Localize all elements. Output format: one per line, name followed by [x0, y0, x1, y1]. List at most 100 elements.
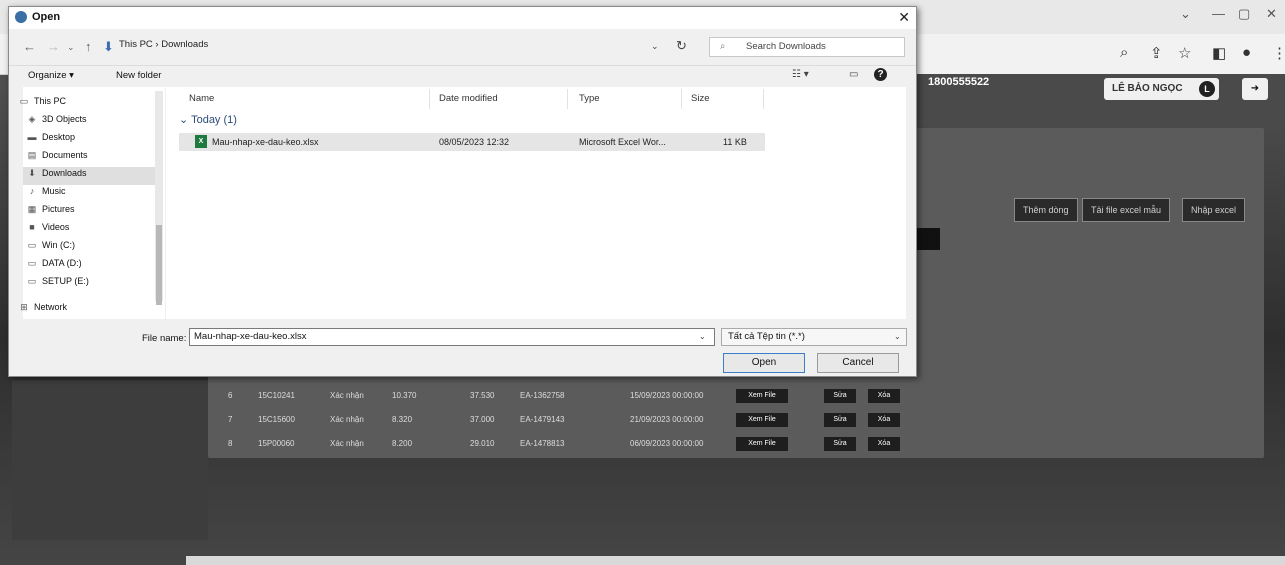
- column-divider[interactable]: [763, 89, 764, 109]
- search-icon: ⌕: [720, 41, 726, 52]
- dialog-title: Open: [32, 11, 61, 23]
- table-row: 6 15C10241 Xác nhận 10.370 37.530 EA-136…: [212, 386, 912, 406]
- nav-label: Downloads: [42, 168, 87, 178]
- file-type-select[interactable]: Tất cả Tệp tin (*.*): [721, 328, 907, 346]
- network-icon: ⊞: [20, 302, 28, 312]
- group-label: Today (1): [191, 114, 237, 126]
- star-icon[interactable]: ☆: [1178, 44, 1191, 62]
- column-header-type[interactable]: Type: [579, 93, 600, 104]
- close-icon[interactable]: ✕: [1266, 6, 1277, 22]
- table-row: 7 15C15600 Xác nhận 8.320 37.000 EA-1479…: [212, 410, 912, 430]
- nav-item-network[interactable]: ⊞ Network: [17, 302, 67, 313]
- edit-button[interactable]: Sửa: [824, 437, 856, 451]
- nav-item-music[interactable]: ♪ Music: [25, 186, 66, 196]
- row-status: Xác nhận: [330, 391, 364, 400]
- open-button[interactable]: Open: [723, 353, 805, 373]
- view-file-button[interactable]: Xem File: [736, 437, 788, 451]
- delete-button[interactable]: Xóa: [868, 437, 900, 451]
- desktop-icon: ▬: [27, 132, 37, 142]
- open-file-dialog: Open ✕ ← → ⌄ ↑ ⬇ This PC › Downloads ⌄ ↻…: [8, 6, 917, 377]
- delete-button[interactable]: Xóa: [868, 389, 900, 403]
- breadcrumb[interactable]: This PC › Downloads: [119, 39, 208, 50]
- forward-arrow-icon[interactable]: →: [47, 39, 60, 54]
- nav-item-this-pc[interactable]: ▭ This PC: [17, 96, 66, 107]
- file-name: Mau-nhap-xe-dau-keo.xlsx: [212, 137, 319, 147]
- dialog-title-bar[interactable]: Open ✕: [9, 7, 916, 29]
- nav-label: Pictures: [42, 204, 75, 214]
- file-list: [166, 87, 906, 319]
- nav-item-setup-e[interactable]: ▭ SETUP (E:): [25, 276, 89, 287]
- chevron-down-icon[interactable]: ⌄: [1180, 6, 1191, 22]
- nav-item-pictures[interactable]: ▦ Pictures: [25, 204, 75, 215]
- edit-button[interactable]: Sửa: [824, 389, 856, 403]
- download-folder-icon: ⬇: [103, 39, 114, 54]
- dialog-toolbar: Organize ▾ New folder ☷ ▾ ▭ ?: [9, 65, 916, 86]
- row-value: 10.370: [392, 391, 417, 400]
- minimize-icon[interactable]: —: [1212, 6, 1225, 21]
- row-status: Xác nhận: [330, 415, 364, 424]
- document-icon: ▤: [27, 150, 37, 160]
- nav-item-win-c[interactable]: ▭ Win (C:): [25, 240, 75, 251]
- drive-icon: ▭: [27, 258, 37, 268]
- help-icon[interactable]: ?: [874, 68, 887, 81]
- nav-item-downloads[interactable]: ⬇ Downloads: [25, 168, 87, 179]
- column-divider[interactable]: [681, 89, 682, 109]
- file-name-input[interactable]: Mau-nhap-xe-dau-keo.xlsx: [189, 328, 715, 346]
- restore-icon[interactable]: ▢: [1238, 6, 1250, 22]
- close-icon[interactable]: ✕: [898, 9, 910, 26]
- row-code: EA-1478813: [520, 439, 565, 448]
- refresh-icon[interactable]: ↻: [676, 38, 687, 54]
- group-header[interactable]: ⌄ Today (1): [179, 113, 237, 126]
- recent-locations-icon[interactable]: ⌄: [67, 42, 75, 53]
- organize-menu[interactable]: Organize ▾: [28, 70, 74, 81]
- column-header-date[interactable]: Date modified: [439, 93, 498, 104]
- column-header-size[interactable]: Size: [691, 93, 709, 104]
- zoom-icon[interactable]: ⌕: [1120, 44, 1128, 61]
- nav-item-videos[interactable]: ■ Videos: [25, 222, 69, 232]
- sidepanel-icon[interactable]: ◧: [1212, 44, 1226, 62]
- new-folder-button[interactable]: New folder: [116, 70, 161, 81]
- nav-item-data-d[interactable]: ▭ DATA (D:): [25, 258, 82, 269]
- column-header-name[interactable]: Name: [189, 93, 214, 104]
- computer-icon: ▭: [19, 96, 29, 106]
- share-icon[interactable]: ⇪: [1150, 44, 1163, 62]
- view-file-button[interactable]: Xem File: [736, 389, 788, 403]
- preview-pane-icon[interactable]: ▭: [849, 69, 858, 80]
- chrome-icon: [15, 11, 27, 23]
- download-icon: ⬇: [28, 168, 36, 178]
- cancel-button[interactable]: Cancel: [817, 353, 899, 373]
- nav-item-3d-objects[interactable]: ◈ 3D Objects: [25, 114, 87, 125]
- chevron-down-icon[interactable]: ⌄: [699, 332, 706, 341]
- search-input[interactable]: ⌕ Search Downloads: [709, 37, 905, 57]
- profile-icon[interactable]: ●: [1242, 44, 1251, 61]
- row-date: 15/09/2023 00:00:00: [630, 391, 704, 400]
- view-options-icon[interactable]: ☷ ▾: [792, 69, 809, 80]
- import-excel-button[interactable]: Nhập excel: [1182, 198, 1246, 222]
- video-icon: ■: [29, 222, 35, 232]
- chevron-down-icon[interactable]: ⌄: [651, 41, 659, 52]
- add-row-button[interactable]: Thêm dòng: [1014, 198, 1078, 222]
- view-file-button[interactable]: Xem File: [736, 413, 788, 427]
- menu-icon[interactable]: ⋮: [1272, 44, 1285, 62]
- nav-item-desktop[interactable]: ▬ Desktop: [25, 132, 76, 142]
- row-value: 8.320: [392, 415, 413, 424]
- file-type: Microsoft Excel Wor...: [579, 137, 666, 147]
- nav-label: SETUP (E:): [42, 276, 89, 286]
- row-value: 8.200: [392, 439, 413, 448]
- back-arrow-icon[interactable]: ←: [23, 39, 36, 54]
- nav-item-documents[interactable]: ▤ Documents: [25, 150, 88, 161]
- nav-label: Music: [42, 186, 66, 196]
- download-template-button[interactable]: Tải file excel mẫu: [1082, 198, 1171, 222]
- cube-icon: ◈: [28, 114, 36, 124]
- up-arrow-icon[interactable]: ↑: [85, 39, 92, 54]
- column-divider[interactable]: [429, 89, 430, 109]
- edit-button[interactable]: Sửa: [824, 413, 856, 427]
- table-row: 8 15P00060 Xác nhận 8.200 29.010 EA-1478…: [212, 434, 912, 454]
- chevron-down-icon[interactable]: ⌄: [894, 332, 901, 341]
- delete-button[interactable]: Xóa: [868, 413, 900, 427]
- user-menu[interactable]: LÊ BẢO NGỌC L: [1104, 78, 1219, 100]
- scrollbar[interactable]: [186, 556, 1285, 565]
- logout-icon[interactable]: ➜: [1242, 78, 1268, 100]
- column-divider[interactable]: [567, 89, 568, 109]
- nav-scroll-thumb[interactable]: [156, 225, 162, 305]
